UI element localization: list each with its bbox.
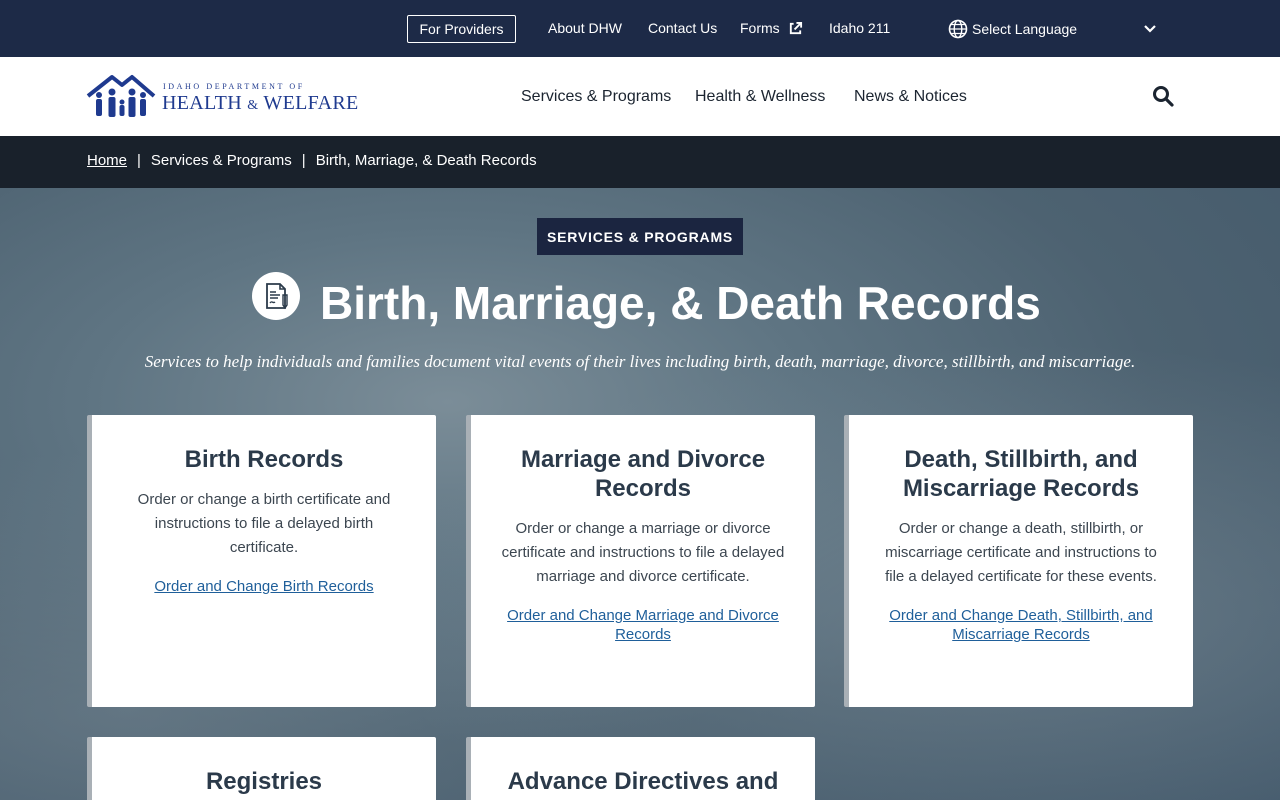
card-description: Order or change a death, stillbirth, or … (885, 520, 1157, 585)
card-title: Marriage and Divorce Records (520, 446, 766, 502)
breadcrumb-current: Birth, Marriage, & Death Records (315, 152, 537, 169)
utility-bar: For Providers About DHW Contact Us Forms… (0, 0, 1280, 57)
nav-health-wellness[interactable]: Health & Wellness (695, 88, 825, 106)
breadcrumb-separator: | (301, 152, 306, 169)
language-label: Select Language (972, 21, 1078, 37)
card-description: Order or change a marriage or divorce ce… (501, 520, 785, 585)
globe-icon (948, 19, 968, 39)
language-selector[interactable]: Select Language (948, 19, 1158, 39)
certificate-icon (266, 283, 288, 310)
breadcrumb-services-link[interactable]: Services & Programs (151, 152, 292, 169)
logo-welfare: WELFARE (263, 92, 359, 114)
breadcrumb: Home | Services & Programs | Birth, Marr… (0, 136, 1280, 188)
main-header: IDAHO DEPARTMENT OF HEALTH & WELFARE Ser… (0, 57, 1280, 136)
logo-agency-name: HEALTH & WELFARE (162, 92, 358, 115)
card-link[interactable]: Order and Change Death, Stillbirth, and … (879, 606, 1163, 644)
dhw-logo[interactable]: IDAHO DEPARTMENT OF HEALTH & WELFARE (86, 74, 358, 120)
card-link[interactable]: Order and Change Marriage and Divorce Re… (501, 606, 785, 644)
card-link[interactable]: Order and Change Birth Records (122, 577, 406, 596)
breadcrumb-home-link[interactable]: Home (87, 152, 127, 169)
family-logo-icon (86, 75, 156, 117)
card-advance-directives: Advance Directives and (466, 737, 815, 800)
card-description: Order or change a birth certificate and … (137, 491, 391, 556)
external-link-icon (789, 21, 802, 34)
forms-link[interactable]: Forms (740, 20, 803, 36)
idaho-211-link[interactable]: Idaho 211 (829, 20, 890, 36)
page-subtitle: Services to help individuals and familie… (144, 352, 1136, 371)
search-icon[interactable] (1152, 85, 1174, 107)
contact-us-link[interactable]: Contact Us (648, 20, 717, 36)
card-death-stillbirth-records: Death, Stillbirth, and Miscarriage Recor… (844, 415, 1193, 707)
breadcrumb-separator: | (137, 152, 141, 169)
card-registries: Registries (87, 737, 436, 800)
hero-section: SERVICES & PROGRAMS Birth, Marriage, & D… (0, 188, 1280, 800)
card-title: Advance Directives and (507, 768, 779, 795)
document-icon (252, 272, 300, 320)
nav-services-programs[interactable]: Services & Programs (521, 88, 671, 106)
about-dhw-link[interactable]: About DHW (548, 20, 622, 36)
card-title: Death, Stillbirth, and Miscarriage Recor… (902, 446, 1140, 502)
page-title: Birth, Marriage, & Death Records (320, 277, 1041, 329)
card-title: Registries (205, 768, 323, 795)
card-title: Birth Records (184, 446, 344, 473)
chevron-down-icon (1144, 25, 1156, 33)
nav-news-notices[interactable]: News & Notices (854, 88, 967, 106)
logo-health: HEALTH (162, 92, 242, 114)
forms-label: Forms (740, 20, 780, 36)
logo-department-text: IDAHO DEPARTMENT OF (163, 82, 305, 91)
logo-amp: & (247, 98, 259, 113)
card-marriage-divorce-records: Marriage and Divorce Records Order or ch… (466, 415, 815, 707)
category-badge: SERVICES & PROGRAMS (537, 218, 743, 255)
card-birth-records: Birth Records Order or change a birth ce… (87, 415, 436, 707)
for-providers-button[interactable]: For Providers (407, 15, 516, 43)
